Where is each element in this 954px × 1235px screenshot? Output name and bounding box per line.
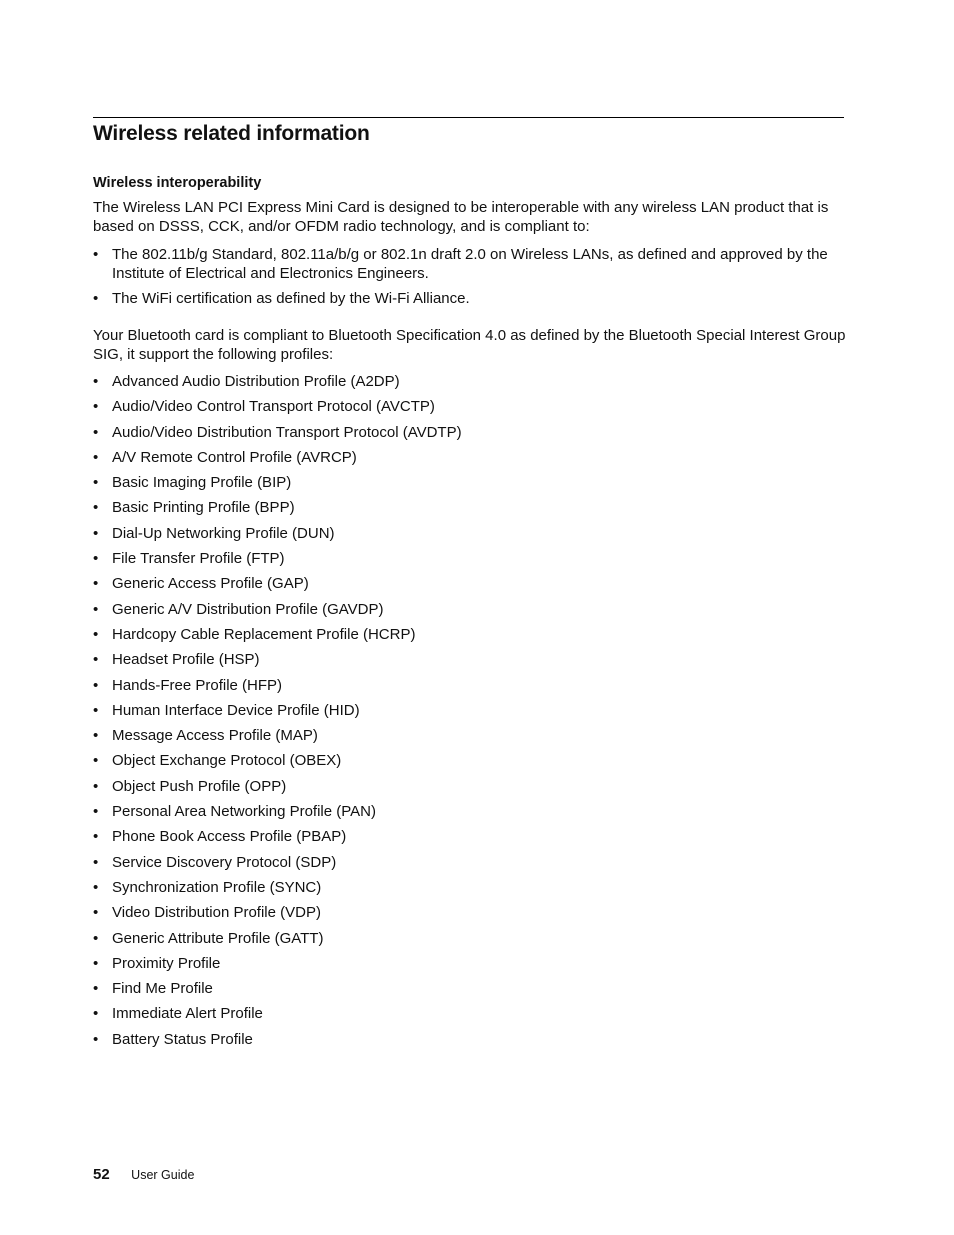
bluetooth-profiles-list: • Advanced Audio Distribution Profile (A2… xyxy=(93,373,853,1056)
bullet-icon: • xyxy=(93,246,99,263)
list-item: • Hands-Free Profile (HFP) xyxy=(93,677,853,702)
list-item: • Personal Area Networking Profile (PAN) xyxy=(93,803,853,828)
bullet-icon: • xyxy=(93,499,99,517)
list-item: • Object Exchange Protocol (OBEX) xyxy=(93,752,853,777)
document-title: User Guide xyxy=(131,1168,195,1182)
list-item-text: Video Distribution Profile (VDP) xyxy=(112,904,321,922)
bullet-icon: • xyxy=(93,289,99,307)
list-item-text: Generic Access Profile (GAP) xyxy=(112,575,309,593)
list-item-text: Audio/Video Distribution Transport Proto… xyxy=(112,423,462,441)
bullet-icon: • xyxy=(93,1005,99,1023)
list-item-text: Message Access Profile (MAP) xyxy=(112,727,318,745)
bullet-icon: • xyxy=(93,474,99,492)
wifi-compliance-list: • The 802.11b/g Standard, 802.11a/b/g or … xyxy=(93,246,853,315)
list-item: • Generic Access Profile (GAP) xyxy=(93,575,853,600)
list-item-text: Generic A/V Distribution Profile (GAVDP) xyxy=(112,600,384,618)
list-item-text: Basic Printing Profile (BPP) xyxy=(112,499,295,517)
list-item-text: Find Me Profile xyxy=(112,980,213,998)
list-item: • Proximity Profile xyxy=(93,955,853,980)
bullet-icon: • xyxy=(93,550,99,568)
bullet-icon: • xyxy=(93,600,99,618)
bullet-icon: • xyxy=(93,853,99,871)
list-item: • Headset Profile (HSP) xyxy=(93,651,853,676)
list-item: • The WiFi certification as defined by th… xyxy=(93,290,853,309)
page-number: 52 xyxy=(93,1166,110,1183)
list-item: • Advanced Audio Distribution Profile (A2… xyxy=(93,373,853,398)
list-item-text: Object Exchange Protocol (OBEX) xyxy=(112,752,342,770)
bullet-icon: • xyxy=(93,828,99,846)
list-item: • Audio/Video Control Transport Protocol … xyxy=(93,398,853,423)
list-item: • Object Push Profile (OPP) xyxy=(93,778,853,803)
list-item-text: Battery Status Profile xyxy=(112,1030,253,1048)
section-title: Wireless related information xyxy=(93,122,370,145)
page-footer: 52 User Guide xyxy=(93,1166,194,1183)
bullet-icon: • xyxy=(93,727,99,745)
list-item-text: Proximity Profile xyxy=(112,954,221,972)
bullet-icon: • xyxy=(93,448,99,466)
list-item: • The 802.11b/g Standard, 802.11a/b/g or … xyxy=(93,246,853,283)
subsection-title: Wireless interoperability xyxy=(93,175,262,191)
bullet-icon: • xyxy=(93,980,99,998)
list-item: • Find Me Profile xyxy=(93,980,853,1005)
list-item: • Dial-Up Networking Profile (DUN) xyxy=(93,525,853,550)
list-item-text: Audio/Video Control Transport Protocol (… xyxy=(112,398,435,416)
list-item-text: Generic Attribute Profile (GATT) xyxy=(112,929,324,947)
list-item-text: File Transfer Profile (FTP) xyxy=(112,550,285,568)
list-item: • Generic A/V Distribution Profile (GAVDP… xyxy=(93,601,853,626)
bullet-icon: • xyxy=(93,1030,99,1048)
list-item: • File Transfer Profile (FTP) xyxy=(93,550,853,575)
bullet-icon: • xyxy=(93,524,99,542)
list-item-text: Synchronization Profile (SYNC) xyxy=(112,878,322,896)
list-item-text: Human Interface Device Profile (HID) xyxy=(112,701,360,719)
list-item-text: Phone Book Access Profile (PBAP) xyxy=(112,828,347,846)
bullet-icon: • xyxy=(93,904,99,922)
list-item-text: A/V Remote Control Profile (AVRCP) xyxy=(112,448,357,466)
list-item-text: The 802.11b/g Standard, 802.11a/b/g or 8… xyxy=(112,246,828,282)
bullet-icon: • xyxy=(93,423,99,441)
list-item: • Message Access Profile (MAP) xyxy=(93,727,853,752)
list-item: • Human Interface Device Profile (HID) xyxy=(93,702,853,727)
list-item: • Audio/Video Distribution Transport Prot… xyxy=(93,424,853,449)
list-item: • Basic Imaging Profile (BIP) xyxy=(93,474,853,499)
bullet-icon: • xyxy=(93,575,99,593)
list-item: • Video Distribution Profile (VDP) xyxy=(93,904,853,929)
list-item-text: Hardcopy Cable Replacement Profile (HCRP… xyxy=(112,625,416,643)
bullet-icon: • xyxy=(93,651,99,669)
bullet-icon: • xyxy=(93,676,99,694)
bullet-icon: • xyxy=(93,929,99,947)
bullet-icon: • xyxy=(93,878,99,896)
bullet-icon: • xyxy=(93,954,99,972)
list-item: • Immediate Alert Profile xyxy=(93,1005,853,1030)
list-item: • Service Discovery Protocol (SDP) xyxy=(93,854,853,879)
list-item-text: Hands-Free Profile (HFP) xyxy=(112,676,283,694)
bullet-icon: • xyxy=(93,701,99,719)
bullet-icon: • xyxy=(93,752,99,770)
section-divider xyxy=(93,117,844,118)
list-item: • Generic Attribute Profile (GATT) xyxy=(93,930,853,955)
list-item-text: Headset Profile (HSP) xyxy=(112,651,260,669)
list-item-text: Immediate Alert Profile xyxy=(112,1005,263,1023)
list-item-text: Dial-Up Networking Profile (DUN) xyxy=(112,524,335,542)
list-item: • Synchronization Profile (SYNC) xyxy=(93,879,853,904)
list-item: • Basic Printing Profile (BPP) xyxy=(93,499,853,524)
bluetooth-paragraph: Your Bluetooth card is compliant to Blue… xyxy=(93,327,846,363)
bullet-icon: • xyxy=(93,803,99,821)
intro-paragraph: The Wireless LAN PCI Express Mini Card i… xyxy=(93,199,829,235)
list-item-text: Basic Imaging Profile (BIP) xyxy=(112,474,292,492)
bullet-icon: • xyxy=(93,777,99,795)
bullet-icon: • xyxy=(93,398,99,416)
list-item: • Phone Book Access Profile (PBAP) xyxy=(93,828,853,853)
list-item-text: Object Push Profile (OPP) xyxy=(112,777,287,795)
bullet-icon: • xyxy=(93,373,99,390)
list-item: • Battery Status Profile xyxy=(93,1031,853,1056)
list-item-text: Personal Area Networking Profile (PAN) xyxy=(112,803,376,821)
bullet-icon: • xyxy=(93,625,99,643)
list-item: • A/V Remote Control Profile (AVRCP) xyxy=(93,449,853,474)
list-item-text: The WiFi certification as defined by the… xyxy=(112,289,470,307)
list-item-text: Advanced Audio Distribution Profile (A2D… xyxy=(112,373,400,390)
list-item: • Hardcopy Cable Replacement Profile (HCR… xyxy=(93,626,853,651)
list-item-text: Service Discovery Protocol (SDP) xyxy=(112,853,337,871)
